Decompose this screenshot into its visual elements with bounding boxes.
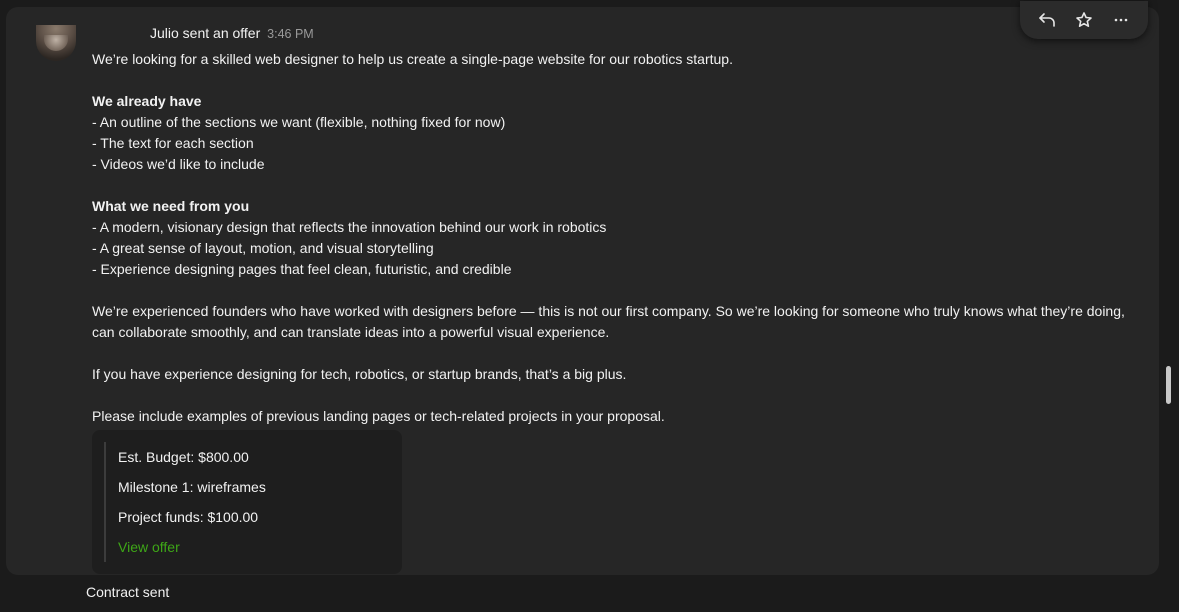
message-body: We’re looking for a skilled web designer… (92, 49, 1132, 427)
timestamp: 3:46 PM (267, 27, 314, 41)
offer-milestone: Milestone 1: wireframes (118, 479, 266, 495)
offer-card: Est. Budget: $800.00 Milestone 1: wirefr… (92, 430, 402, 574)
scrollbar-thumb[interactable] (1166, 366, 1171, 404)
message-paragraph: - Experience designing pages that feel c… (92, 261, 512, 277)
paragraph-spacer (92, 280, 1132, 301)
avatar[interactable] (36, 25, 76, 61)
reply-icon[interactable] (1035, 8, 1059, 32)
more-icon[interactable] (1109, 8, 1133, 32)
offer-budget: Est. Budget: $800.00 (118, 449, 249, 465)
paragraph-spacer (92, 175, 1132, 196)
paragraph-spacer (92, 385, 1132, 406)
paragraph-spacer (92, 70, 1132, 91)
message-paragraph: - The text for each section (92, 135, 254, 151)
sender-line: Julio sent an offer (150, 25, 261, 41)
section-heading: We already have (92, 93, 202, 109)
message-paragraph: - Videos we’d like to include (92, 156, 265, 172)
message-paragraph: Please include examples of previous land… (92, 408, 665, 424)
message-toolbar (1020, 1, 1148, 39)
message-paragraph: We’re experienced founders who have work… (92, 303, 1125, 340)
section-heading: What we need from you (92, 198, 250, 214)
contract-status: Contract sent (86, 584, 170, 600)
message-paragraph: - A modern, visionary design that reflec… (92, 219, 607, 235)
message-paragraph: - An outline of the sections we want (fl… (92, 114, 506, 130)
message-paragraph: - A great sense of layout, motion, and v… (92, 240, 434, 256)
message-paragraph: If you have experience designing for tec… (92, 366, 627, 382)
offer-funds: Project funds: $100.00 (118, 509, 259, 525)
star-icon[interactable] (1072, 8, 1096, 32)
message-card: Julio sent an offer 3:46 PM We’re lookin… (6, 1, 1159, 575)
paragraph-spacer (92, 343, 1132, 364)
offer-details: Est. Budget: $800.00 Milestone 1: wirefr… (104, 442, 266, 562)
message-header: Julio sent an offer 3:46 PM (150, 25, 314, 41)
message-paragraph: We’re looking for a skilled web designer… (92, 51, 733, 67)
view-offer-link[interactable]: View offer (118, 536, 266, 558)
